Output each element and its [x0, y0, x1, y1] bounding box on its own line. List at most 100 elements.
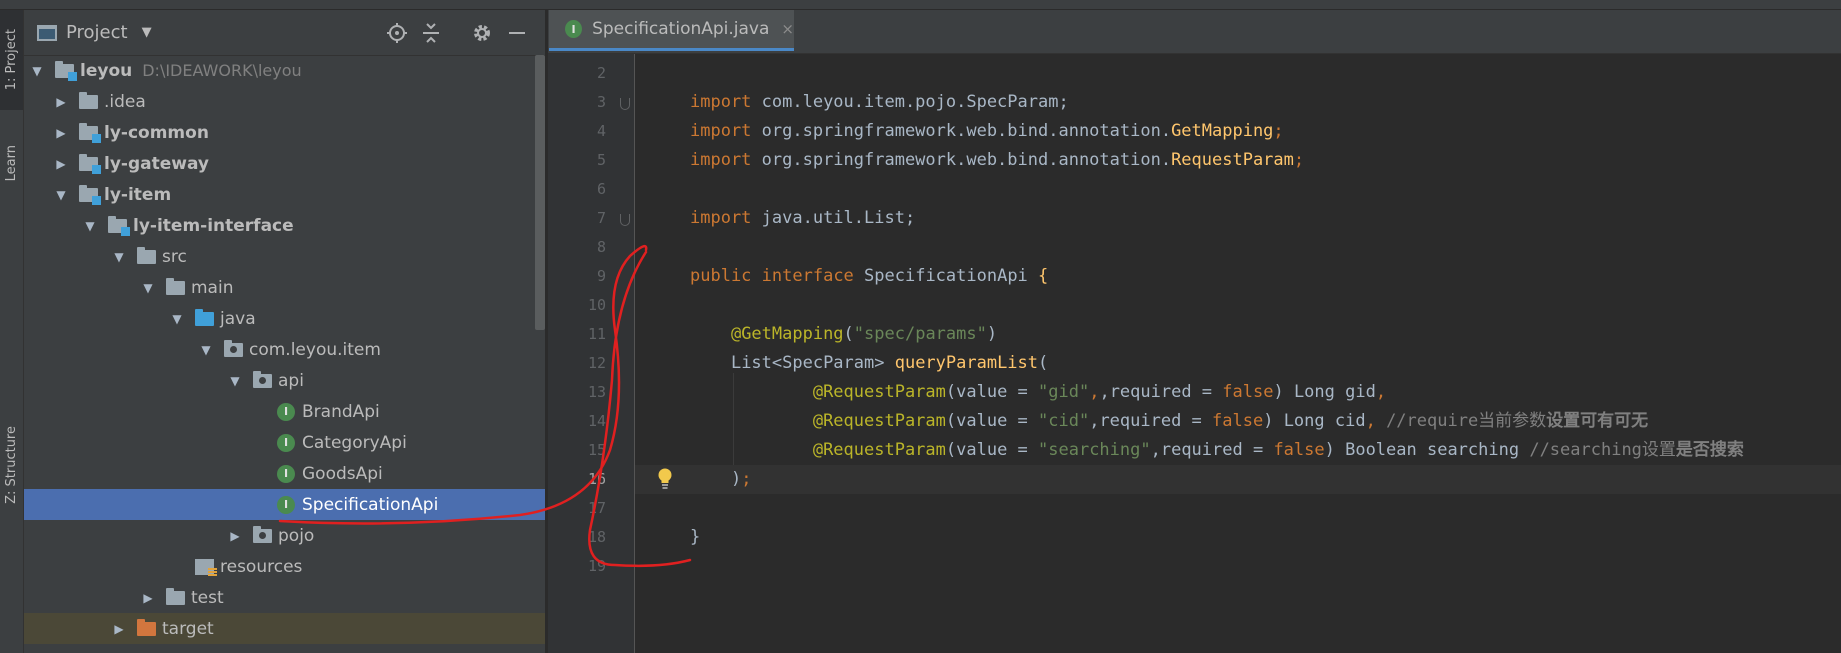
project-panel-title: Project: [66, 22, 128, 43]
fold-marker-icon[interactable]: [620, 98, 630, 110]
crosshair-icon: [387, 23, 407, 43]
tree-item-label: ly-item-interface: [133, 215, 294, 236]
tree-item-main[interactable]: ▼ main: [24, 272, 545, 303]
tree-item-label: src: [162, 246, 187, 267]
code-line-3: import com.leyou.item.pojo.SpecParam;: [690, 92, 1069, 112]
tree-item-label: pojo: [278, 525, 315, 546]
code-line-18: }: [690, 527, 701, 547]
collapse-all-button[interactable]: [418, 20, 444, 46]
project-window-icon: [37, 24, 57, 41]
module-folder-icon: [78, 184, 101, 205]
close-icon[interactable]: ×: [781, 20, 794, 38]
expanded-arrow-icon[interactable]: ▼: [30, 64, 44, 78]
tree-item-resources[interactable]: resources: [24, 551, 545, 582]
tree-item-label: GoodsApi: [302, 463, 383, 484]
tree-item-target[interactable]: ▶ target: [24, 613, 545, 644]
expanded-arrow-icon[interactable]: ▼: [141, 281, 155, 295]
collapsed-arrow-icon[interactable]: ▶: [141, 591, 155, 605]
code-line-15: @RequestParam(value = "searching",requir…: [812, 440, 1744, 460]
code-line-5: import org.springframework.web.bind.anno…: [690, 150, 1305, 170]
tree-item-ly-item[interactable]: ▼ ly-item: [24, 179, 545, 210]
stripe-tab-structure-label: Z: Structure: [4, 426, 19, 504]
line-number: 9: [596, 267, 606, 285]
tree-item-ly-item-interface[interactable]: ▼ ly-item-interface: [24, 210, 545, 241]
interface-icon: I: [276, 402, 296, 421]
expanded-arrow-icon[interactable]: ▼: [112, 250, 126, 264]
expanded-arrow-icon[interactable]: ▼: [54, 188, 68, 202]
collapsed-arrow-icon[interactable]: ▶: [54, 126, 68, 140]
tree-item-com-leyou-item[interactable]: ▼ com.leyou.item: [24, 334, 545, 365]
expanded-arrow-icon[interactable]: ▼: [228, 374, 242, 388]
tree-item-label: resources: [220, 556, 303, 577]
tree-item-label: ly-gateway: [104, 153, 209, 174]
folder-icon: [165, 587, 185, 607]
left-tool-stripe: 1: Project Learn Z: Structure: [0, 10, 24, 653]
editor-tab-specificationapi[interactable]: I SpecificationApi.java ×: [549, 10, 794, 51]
code-line-14: @RequestParam(value = "cid",required = f…: [812, 411, 1649, 431]
tree-item-specificationapi[interactable]: I SpecificationApi: [24, 489, 545, 520]
tree-item-label: ly-common: [104, 122, 209, 143]
tree-item-java[interactable]: ▼ java: [24, 303, 545, 334]
code-line-16: );: [635, 465, 1841, 494]
interface-icon: I: [565, 20, 583, 38]
project-panel-header: Project ▼: [24, 10, 545, 56]
line-number: 6: [596, 180, 606, 198]
package-icon: [223, 339, 243, 359]
tree-item-api[interactable]: ▼ api: [24, 365, 545, 396]
stripe-tab-project[interactable]: 1: Project: [0, 10, 23, 110]
collapsed-arrow-icon[interactable]: ▶: [54, 157, 68, 171]
line-number: 5: [596, 151, 606, 169]
stripe-tab-structure[interactable]: Z: Structure: [0, 410, 23, 520]
project-view-selector[interactable]: Project ▼: [37, 22, 152, 43]
tree-item-path: D:\IDEAWORK\leyou: [142, 61, 302, 80]
collapsed-arrow-icon[interactable]: ▶: [54, 95, 68, 109]
tree-item-label: com.leyou.item: [249, 339, 381, 360]
ide-window: 1: Project Learn Z: Structure Project ▼: [0, 0, 1841, 653]
source-folder-icon: [194, 308, 214, 328]
code-area[interactable]: import com.leyou.item.pojo.SpecParam; im…: [635, 54, 1841, 653]
settings-button[interactable]: [469, 20, 495, 46]
tree-item-pojo[interactable]: ▶ pojo: [24, 520, 545, 551]
tree-item-label: CategoryApi: [302, 432, 407, 453]
tree-item-ly-gateway[interactable]: ▶ ly-gateway: [24, 148, 545, 179]
line-number-current: 16: [587, 470, 606, 488]
stripe-tab-project-label: 1: Project: [4, 29, 19, 91]
collapsed-arrow-icon[interactable]: ▶: [228, 529, 242, 543]
locate-file-button[interactable]: [384, 20, 410, 46]
tree-scrollbar[interactable]: [535, 55, 545, 330]
code-line-7: import java.util.List;: [690, 208, 916, 228]
editor-gutter: 2 3 4 5 6 7 8 9 10 11 12 13 14 15 16 17 …: [548, 54, 635, 653]
tree-item-idea[interactable]: ▶ .idea: [24, 86, 545, 117]
expanded-arrow-icon[interactable]: ▼: [170, 312, 184, 326]
gear-icon: [474, 25, 490, 41]
tree-item-categoryapi[interactable]: I CategoryApi: [24, 427, 545, 458]
tree-item-goodsapi[interactable]: I GoodsApi: [24, 458, 545, 489]
tree-item-label: main: [191, 277, 234, 298]
fold-marker-icon[interactable]: [620, 214, 630, 226]
line-number: 13: [587, 383, 606, 401]
collapsed-arrow-icon[interactable]: ▶: [112, 622, 126, 636]
stripe-tab-learn[interactable]: Learn: [0, 128, 23, 198]
line-number: 4: [596, 122, 606, 140]
tree-item-leyou[interactable]: ▼ leyou D:\IDEAWORK\leyou: [24, 55, 545, 86]
tree-item-src[interactable]: ▼ src: [24, 241, 545, 272]
package-icon: [252, 525, 272, 545]
interface-icon: I: [276, 495, 296, 514]
module-folder-icon: [54, 60, 77, 81]
module-folder-icon: [107, 215, 130, 236]
code-line-13: @RequestParam(value = "gid",,required = …: [812, 382, 1387, 402]
code-line-11: @GetMapping("spec/params"): [730, 324, 998, 344]
expanded-arrow-icon[interactable]: ▼: [199, 343, 213, 357]
hide-panel-button[interactable]: [504, 20, 530, 46]
folder-icon: [78, 91, 98, 111]
expanded-arrow-icon[interactable]: ▼: [83, 219, 97, 233]
interface-icon: I: [276, 433, 296, 452]
tree-item-ly-common[interactable]: ▶ ly-common: [24, 117, 545, 148]
tree-item-test[interactable]: ▶ test: [24, 582, 545, 613]
line-number: 14: [587, 412, 606, 430]
minimize-icon: [509, 32, 525, 34]
navigation-bar: [0, 0, 1841, 10]
tree-item-brandapi[interactable]: I BrandApi: [24, 396, 545, 427]
tree-item-label: leyou: [80, 60, 133, 81]
lightbulb-icon[interactable]: [657, 468, 673, 490]
